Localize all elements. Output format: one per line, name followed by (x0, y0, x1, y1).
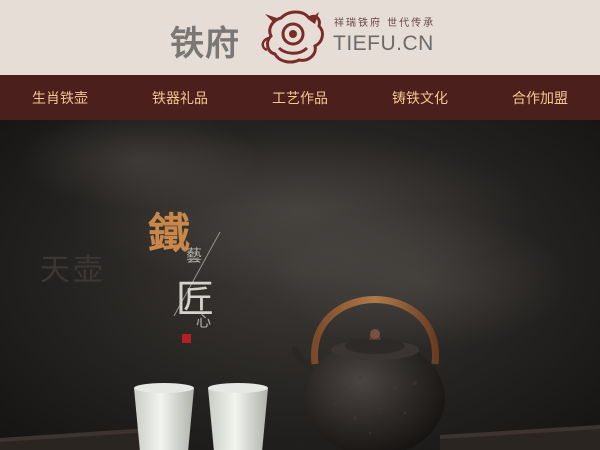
nav-item-zodiac-kettles[interactable]: 生肖铁壶 (0, 88, 120, 108)
white-teacup-icon (208, 383, 268, 450)
nav-item-iron-gifts[interactable]: 铁器礼品 (120, 88, 240, 108)
brand-name-en[interactable]: TIEFU.CN (333, 32, 434, 56)
site-header: 铁府 祥瑞铁府 世代传承 TIEFU.CN (0, 0, 600, 75)
nav-item-craftworks[interactable]: 工艺作品 (240, 88, 360, 108)
hero-banner[interactable]: 天壶 鐵 藝 匠 心 (0, 120, 600, 450)
nav-item-franchise[interactable]: 合作加盟 (480, 88, 600, 108)
brand-name-cn[interactable]: 铁府 (170, 16, 240, 65)
calligraphy-iron: 鐵 (148, 209, 191, 258)
red-seal-icon (182, 334, 191, 343)
nav-item-cast-iron-culture[interactable]: 铸铁文化 (360, 88, 480, 108)
wooden-tray-left (0, 428, 150, 450)
brand-slogan: 祥瑞铁府 世代传承 (334, 18, 436, 29)
calligraphy-art: 藝 (186, 246, 203, 265)
dragon-logo-icon[interactable] (259, 8, 329, 66)
background-calligraphy: 天壶 (40, 253, 106, 288)
main-nav: 生肖铁壶 铁器礼品 工艺作品 铸铁文化 合作加盟 (0, 75, 600, 120)
cast-iron-teapot-icon (291, 296, 445, 450)
white-teacup-icon (134, 383, 194, 450)
calligraphy-heart: 心 (196, 312, 212, 330)
